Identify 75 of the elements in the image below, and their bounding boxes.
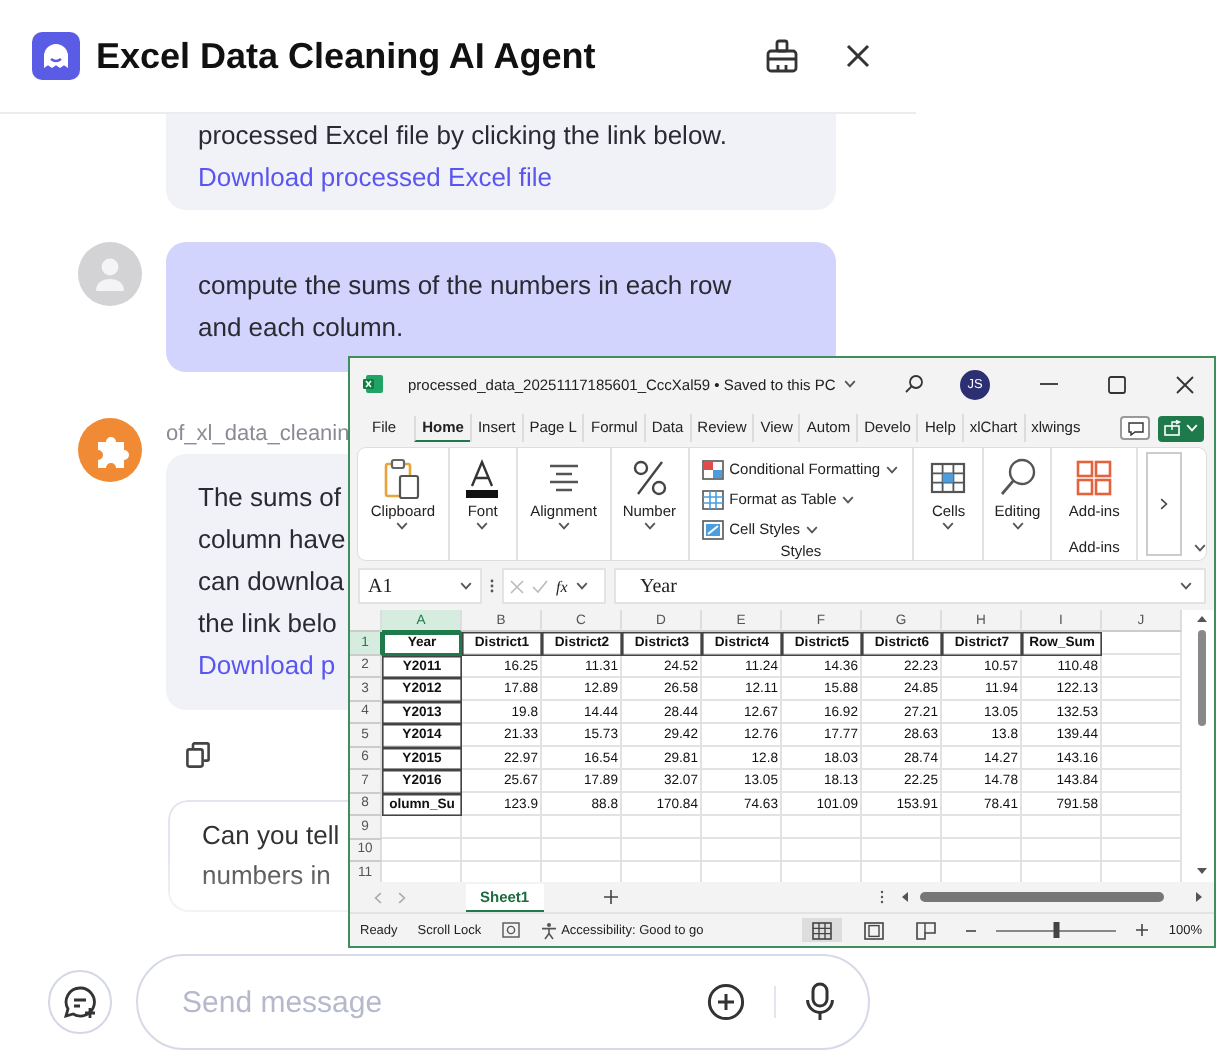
close-icon	[844, 42, 872, 70]
caret-icon	[1186, 424, 1198, 432]
close-icon	[1175, 375, 1193, 393]
clipboard-icon	[380, 456, 425, 500]
search-button[interactable]	[904, 374, 924, 394]
maximize-icon	[1107, 375, 1125, 393]
plus-icon	[603, 890, 618, 904]
download-link[interactable]: Download processed Excel file	[198, 156, 553, 198]
plus-icon	[1136, 924, 1149, 936]
excel-logo-icon	[362, 374, 384, 394]
cancel-icon	[510, 579, 524, 593]
comment-icon	[1127, 421, 1143, 435]
insert-function-button[interactable]: fx	[556, 577, 568, 595]
formula-field[interactable]: Year	[614, 568, 1206, 604]
clear-button[interactable]	[764, 38, 800, 74]
message-composer[interactable]: Send message	[136, 954, 870, 1050]
new-chat-button[interactable]	[48, 970, 112, 1034]
message-text: processed Excel file by clicking the link below.	[198, 118, 727, 154]
cell-styles-icon	[701, 519, 724, 539]
name-box[interactable]: A1	[358, 568, 482, 604]
microphone-icon	[804, 982, 836, 1022]
table-icon	[701, 489, 724, 509]
caret-icon	[460, 582, 472, 590]
message-input[interactable]: Send message	[178, 983, 706, 1021]
attach-button[interactable]	[706, 982, 746, 1022]
message-text: The sums of column have can downloa the link belo	[198, 480, 346, 642]
horizontal-scrollbar[interactable]	[900, 890, 1204, 904]
caret-icon	[942, 522, 955, 530]
caret-icon	[476, 522, 489, 530]
caret-icon	[396, 522, 409, 530]
caret-icon	[1180, 582, 1192, 590]
caret-icon	[842, 495, 855, 503]
caret-icon	[643, 522, 656, 530]
puzzle-icon	[78, 418, 142, 482]
brush-icon	[764, 38, 800, 74]
collapse-ribbon-button[interactable]	[1194, 544, 1207, 552]
app-title: Excel Data Cleaning AI Agent	[96, 35, 598, 77]
sender-name: of_xl_data_cleanin	[166, 422, 350, 446]
macro-record-icon[interactable]	[501, 922, 520, 938]
message-text: compute the sums of the numbers in each row and each column.	[198, 268, 732, 346]
check-icon	[532, 579, 548, 593]
page-layout-icon	[864, 921, 885, 939]
chat-plus-icon	[62, 984, 98, 1020]
add-ins-icon	[1072, 456, 1117, 500]
page-break-icon	[916, 921, 937, 939]
minimize-icon	[1039, 382, 1057, 386]
caret-icon	[557, 522, 570, 530]
minus-icon	[966, 929, 977, 931]
accessibility-icon	[539, 921, 558, 939]
caret-icon	[1194, 544, 1207, 552]
view-button[interactable]	[802, 918, 843, 942]
search-icon	[904, 374, 924, 394]
copy-icon	[186, 742, 210, 768]
comments-button[interactable]	[1120, 416, 1150, 440]
copy-button[interactable]	[186, 742, 210, 768]
caret-icon	[575, 582, 588, 590]
caret-icon	[806, 525, 819, 533]
conditional-formatting-icon	[701, 459, 724, 479]
caret-icon	[1011, 522, 1024, 530]
user-avatar-icon	[78, 242, 142, 306]
magnifier-icon	[995, 456, 1040, 500]
add-sheet-button[interactable]	[603, 890, 618, 904]
plus-circle-icon	[706, 982, 746, 1022]
caret-icon	[886, 465, 899, 473]
zoom-in-button[interactable]	[1136, 924, 1149, 936]
grid-icon	[812, 921, 833, 939]
close-button[interactable]	[844, 42, 872, 70]
download-link[interactable]: Download p	[198, 644, 336, 686]
voice-button[interactable]	[804, 982, 836, 1022]
chevron-right-icon	[1160, 498, 1169, 510]
caret-icon	[843, 380, 856, 388]
share-icon	[1164, 420, 1182, 436]
slider-thumb[interactable]	[1054, 922, 1060, 938]
share-button[interactable]	[1158, 415, 1204, 441]
app-logo-icon	[32, 32, 80, 80]
